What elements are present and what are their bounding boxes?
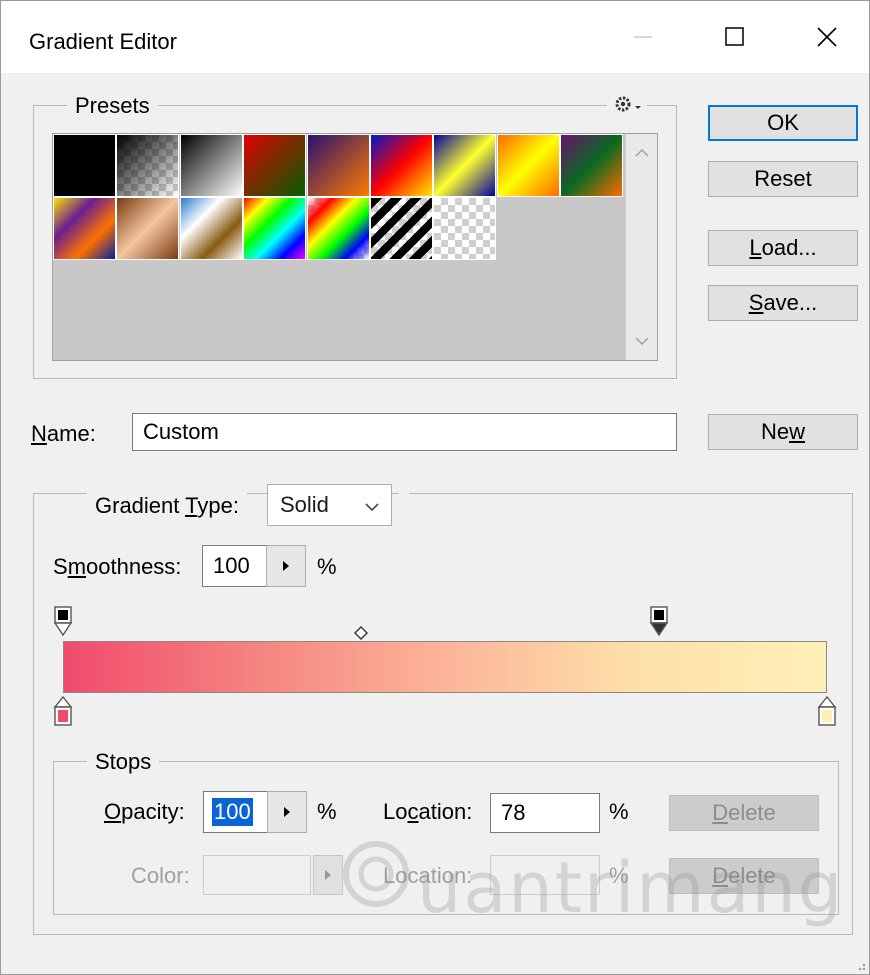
stops-legend: Stops: [87, 749, 160, 775]
preset-swatch-foreground-to-background[interactable]: [53, 134, 116, 197]
resize-grip-icon[interactable]: [853, 958, 867, 972]
preset-swatch-violet-green-orange[interactable]: [560, 134, 624, 197]
color-location-field[interactable]: [490, 855, 600, 895]
play-arrow-icon: [283, 561, 289, 571]
presets-menu-button[interactable]: [607, 93, 647, 117]
preset-swatch-foreground-to-transparent[interactable]: [116, 134, 180, 197]
opacity-stop-marker[interactable]: [648, 605, 670, 639]
save-button[interactable]: Save...: [708, 285, 858, 321]
opacity-unit: %: [317, 799, 337, 824]
name-label: Name:: [31, 421, 96, 446]
play-arrow-icon: [284, 807, 290, 817]
smoothness-stepper[interactable]: [266, 545, 306, 587]
chevron-down-icon: [365, 503, 379, 512]
preset-swatch-chrome[interactable]: [179, 197, 243, 261]
smoothness-label: Smoothness:: [53, 554, 182, 579]
scroll-up-icon[interactable]: [626, 138, 658, 168]
preset-swatch-red-green[interactable]: [243, 134, 307, 197]
minimize-button[interactable]: [597, 1, 689, 73]
preset-swatch-blue-yellow-blue[interactable]: [433, 134, 497, 197]
midpoint-diamond-marker[interactable]: [353, 626, 368, 640]
preset-swatch-spectrum[interactable]: [243, 197, 307, 261]
preset-swatch-violet-orange[interactable]: [306, 134, 370, 197]
color-stop-marker[interactable]: [816, 695, 838, 729]
gradient-editor-window: Gradient Editor Presets OK Reset Load...…: [0, 0, 870, 975]
color-stop-marker[interactable]: [52, 695, 74, 729]
minimize-icon: [634, 36, 652, 38]
title-bar: Gradient Editor: [1, 1, 869, 73]
location-field[interactable]: 78: [490, 793, 600, 833]
opacity-stepper[interactable]: [267, 791, 307, 833]
preset-swatch-yellow-violet-orange-blue[interactable]: [53, 197, 116, 261]
scroll-down-icon[interactable]: [626, 326, 658, 356]
preset-swatch-list[interactable]: [52, 133, 658, 361]
preset-swatch-blue-red-yellow[interactable]: [370, 134, 433, 197]
preset-swatch-copper[interactable]: [116, 197, 180, 261]
opacity-label: Opacity:: [104, 799, 185, 824]
window-title: Gradient Editor: [29, 29, 177, 54]
close-button[interactable]: [781, 1, 870, 73]
gradient-preview-bar[interactable]: [63, 641, 827, 693]
preset-scrollbar[interactable]: [625, 134, 657, 360]
smoothness-field[interactable]: 100: [202, 545, 268, 587]
smoothness-unit: %: [317, 554, 337, 579]
gear-icon: [615, 96, 641, 112]
preset-swatch-black-white[interactable]: [179, 134, 243, 197]
preset-swatch-transparent-rainbow[interactable]: [306, 197, 370, 261]
opacity-stop-marker[interactable]: [52, 605, 74, 639]
legend-gap: [399, 493, 409, 495]
new-button[interactable]: New: [708, 414, 858, 450]
ok-button[interactable]: OK: [708, 105, 858, 141]
color-location-label: Location:: [383, 863, 473, 888]
location-unit: %: [609, 799, 629, 824]
color-location-unit: %: [609, 863, 629, 888]
preset-grid: [53, 134, 625, 360]
name-field[interactable]: Custom: [132, 413, 677, 451]
location-label: Location:: [383, 799, 473, 824]
opacity-field[interactable]: 100: [203, 791, 269, 833]
close-icon: [817, 27, 837, 47]
color-stepper[interactable]: [313, 855, 343, 895]
gradient-type-select[interactable]: Solid: [267, 484, 392, 526]
maximize-icon: [725, 27, 744, 46]
load-button[interactable]: Load...: [708, 230, 858, 266]
color-swatch-field[interactable]: [203, 855, 311, 895]
delete-color-stop-button[interactable]: Delete: [669, 858, 819, 894]
maximize-button[interactable]: [689, 1, 781, 73]
color-label: Color:: [131, 863, 190, 888]
reset-button[interactable]: Reset: [708, 161, 858, 197]
presets-legend: Presets: [67, 93, 158, 119]
delete-opacity-stop-button[interactable]: Delete: [669, 795, 819, 831]
preset-swatch-orange-yellow-orange[interactable]: [496, 134, 560, 197]
preset-swatch-transparent[interactable]: [433, 197, 497, 261]
play-arrow-icon: [325, 870, 331, 880]
gradient-type-label: Gradient Type:: [87, 493, 247, 519]
preset-swatch-transparent-stripes[interactable]: [370, 197, 433, 261]
